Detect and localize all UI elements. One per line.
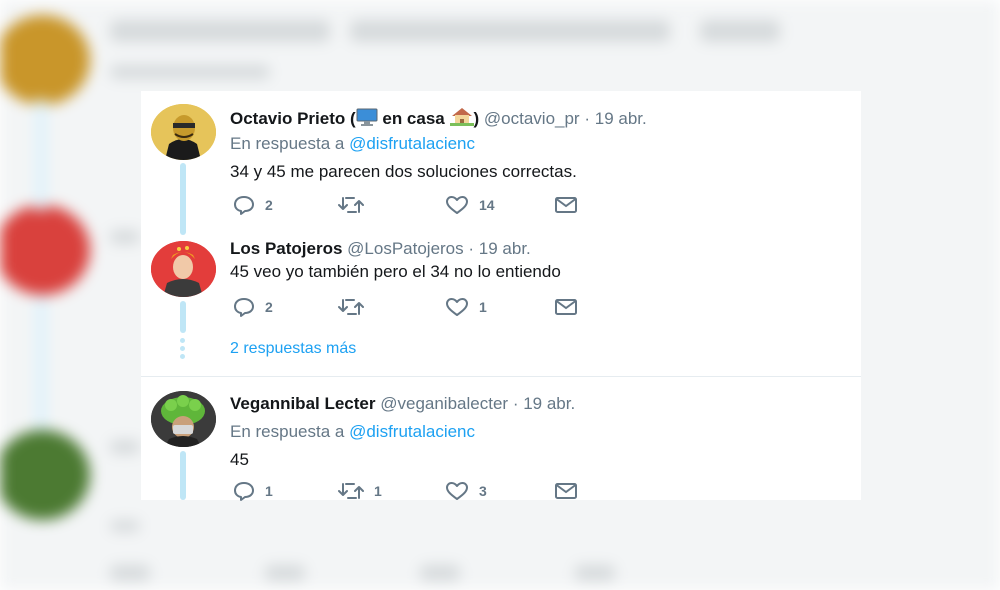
reply-count: 2 [265,299,273,315]
like-button[interactable]: 1 [445,297,487,317]
background-text [110,20,330,42]
separator-dot: · [512,394,519,413]
reply-prefix: En respuesta a [230,422,345,441]
heart-icon [445,481,469,501]
retweet-button[interactable] [338,195,374,215]
house-icon [449,106,474,131]
background-icon [265,565,305,581]
direct-message-button[interactable] [554,195,578,215]
retweet-icon [338,297,364,317]
reply-button[interactable]: 2 [233,195,273,215]
like-count: 14 [479,197,495,213]
retweet-icon [338,481,364,501]
background-avatar [0,15,90,105]
background-text [110,440,140,454]
background-thread-line [35,100,47,210]
envelope-icon [554,297,578,317]
retweet-button[interactable] [338,297,374,317]
reply-context: En respuesta a @disfrutalacienc [230,422,475,442]
tweet[interactable]: Octavio Prieto ( en casa ) @octavio_pr ·… [141,91,861,231]
avatar[interactable] [151,241,216,297]
background-text [700,20,780,42]
separator-dot: · [468,239,475,258]
tweet-actions: 2 14 [233,195,593,219]
retweet-button[interactable]: 1 [338,481,382,501]
tweet-actions: 2 1 [233,297,593,321]
user-handle[interactable]: @octavio_pr [484,109,580,128]
tweet-date[interactable]: 19 abr. [595,109,647,128]
tweet-date[interactable]: 19 abr. [479,239,531,258]
reply-button[interactable]: 2 [233,297,273,317]
background-avatar [0,430,90,520]
heart-icon [445,297,469,317]
tweet-header: Vegannibal Lecter @veganibalecter · 19 a… [230,394,575,414]
background-icon [420,565,460,581]
like-button[interactable]: 14 [445,195,495,215]
retweet-count: 1 [374,483,382,499]
reply-count: 1 [265,483,273,499]
reply-prefix: En respuesta a [230,134,345,153]
reply-icon [233,195,255,215]
direct-message-button[interactable] [554,297,578,317]
background-thread-line [35,295,47,430]
like-button[interactable]: 3 [445,481,487,501]
reply-thread-card: Octavio Prieto ( en casa ) @octavio_pr ·… [141,91,861,501]
user-handle[interactable]: @LosPatojeros [347,239,464,258]
user-handle[interactable]: @veganibalecter [380,394,508,413]
tweet-text: 34 y 45 me parecen dos soluciones correc… [230,162,577,181]
tweet-header: Octavio Prieto ( en casa ) @octavio_pr ·… [230,106,647,131]
reply-to-link[interactable]: @disfrutalacienc [349,422,475,441]
background-icon [110,565,150,581]
like-count: 3 [479,483,487,499]
tweet-actions: 1 1 3 [233,481,593,505]
reply-icon [233,481,255,501]
background-avatar [0,205,90,295]
like-count: 1 [479,299,487,315]
tweet[interactable]: Los Patojeros @LosPatojeros · 19 abr. 45… [141,231,861,331]
display-name[interactable]: Los Patojeros [230,239,342,258]
tweet-header: Los Patojeros @LosPatojeros · 19 abr. [230,239,531,259]
thread-dots [180,338,186,362]
heart-icon [445,195,469,215]
reply-to-link[interactable]: @disfrutalacienc [349,134,475,153]
reply-button[interactable]: 1 [233,481,273,501]
background-text [350,20,670,42]
direct-message-button[interactable] [554,481,578,501]
background-text [110,65,270,79]
more-replies-link[interactable]: 2 respuestas más [230,340,356,358]
reply-count: 2 [265,197,273,213]
display-name[interactable]: Vegannibal Lecter [230,394,376,413]
reply-icon [233,297,255,317]
envelope-icon [554,195,578,215]
tweet-text: 45 veo yo también pero el 34 no lo entie… [230,262,561,281]
separator-dot: · [584,109,591,128]
tweet-text: 45 [230,450,249,469]
background-icon [575,565,615,581]
tweet-date[interactable]: 19 abr. [523,394,575,413]
background-text [110,520,140,532]
computer-icon [356,108,378,131]
envelope-icon [554,481,578,501]
tweet[interactable]: Vegannibal Lecter @veganibalecter · 19 a… [141,377,861,501]
avatar[interactable] [151,391,216,447]
avatar[interactable] [151,104,216,160]
reply-context: En respuesta a @disfrutalacienc [230,134,475,154]
retweet-icon [338,195,364,215]
background-text [110,230,140,244]
display-name[interactable]: Octavio Prieto ( en casa ) [230,106,479,131]
